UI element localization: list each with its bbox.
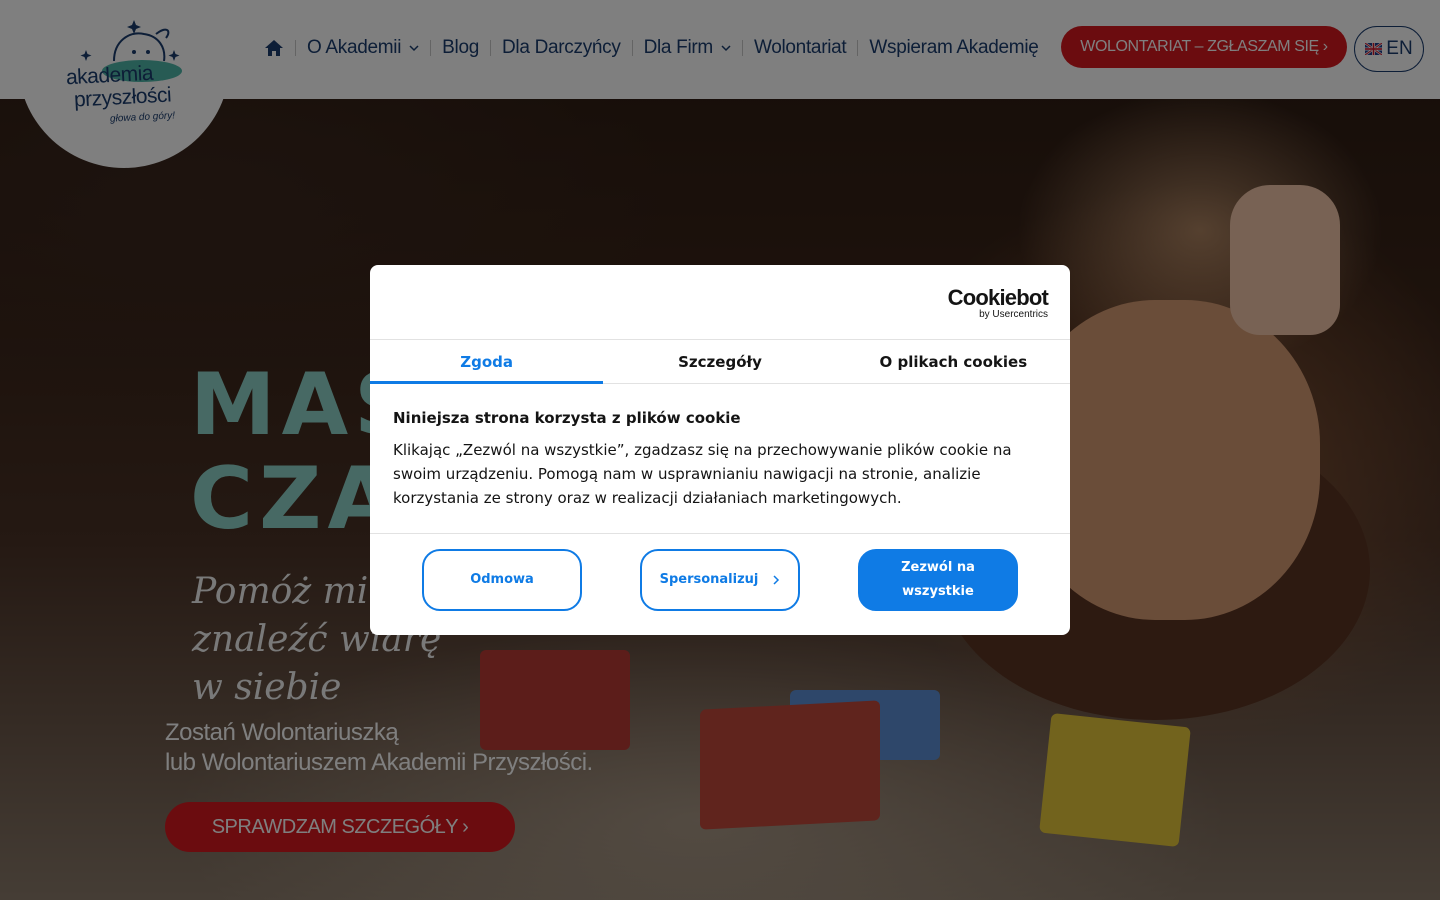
dialog-body: Niniejsza strona korzysta z plików cooki… [370,384,1070,534]
dialog-tabs: Zgoda Szczegóły O plikach cookies [370,340,1070,384]
dialog-header: Cookiebot by Usercentrics [370,265,1070,340]
tab-szczegoly[interactable]: Szczegóły [603,340,836,383]
allow-all-button-label: Zezwól na wszystkie [901,560,975,599]
deny-button-label: Odmowa [470,572,534,587]
cookiebot-brand-by: by Usercentrics [979,309,1048,320]
dialog-heading: Niniejsza strona korzysta z plików cooki… [393,409,741,427]
cookiebot-logo[interactable]: Cookiebot by Usercentrics [947,285,1049,321]
dialog-description: Klikając „Zezwól na wszystkie”, zgadzasz… [393,441,1012,507]
customize-button[interactable]: Spersonalizuj [640,549,800,611]
cookie-consent-dialog: Cookiebot by Usercentrics Zgoda Szczegół… [370,265,1070,635]
tab-zgoda[interactable]: Zgoda [370,340,604,384]
dialog-actions: Odmowa Spersonalizuj Zezwól na wszystkie [370,534,1070,611]
tab-o-plikach-cookies[interactable]: O plikach cookies [837,340,1070,383]
deny-button[interactable]: Odmowa [422,549,582,611]
customize-button-label: Spersonalizuj [659,572,759,587]
allow-all-button[interactable]: Zezwól na wszystkie [858,549,1018,611]
cookiebot-brand: Cookiebot [947,285,1049,310]
chevron-right-icon [773,575,780,585]
